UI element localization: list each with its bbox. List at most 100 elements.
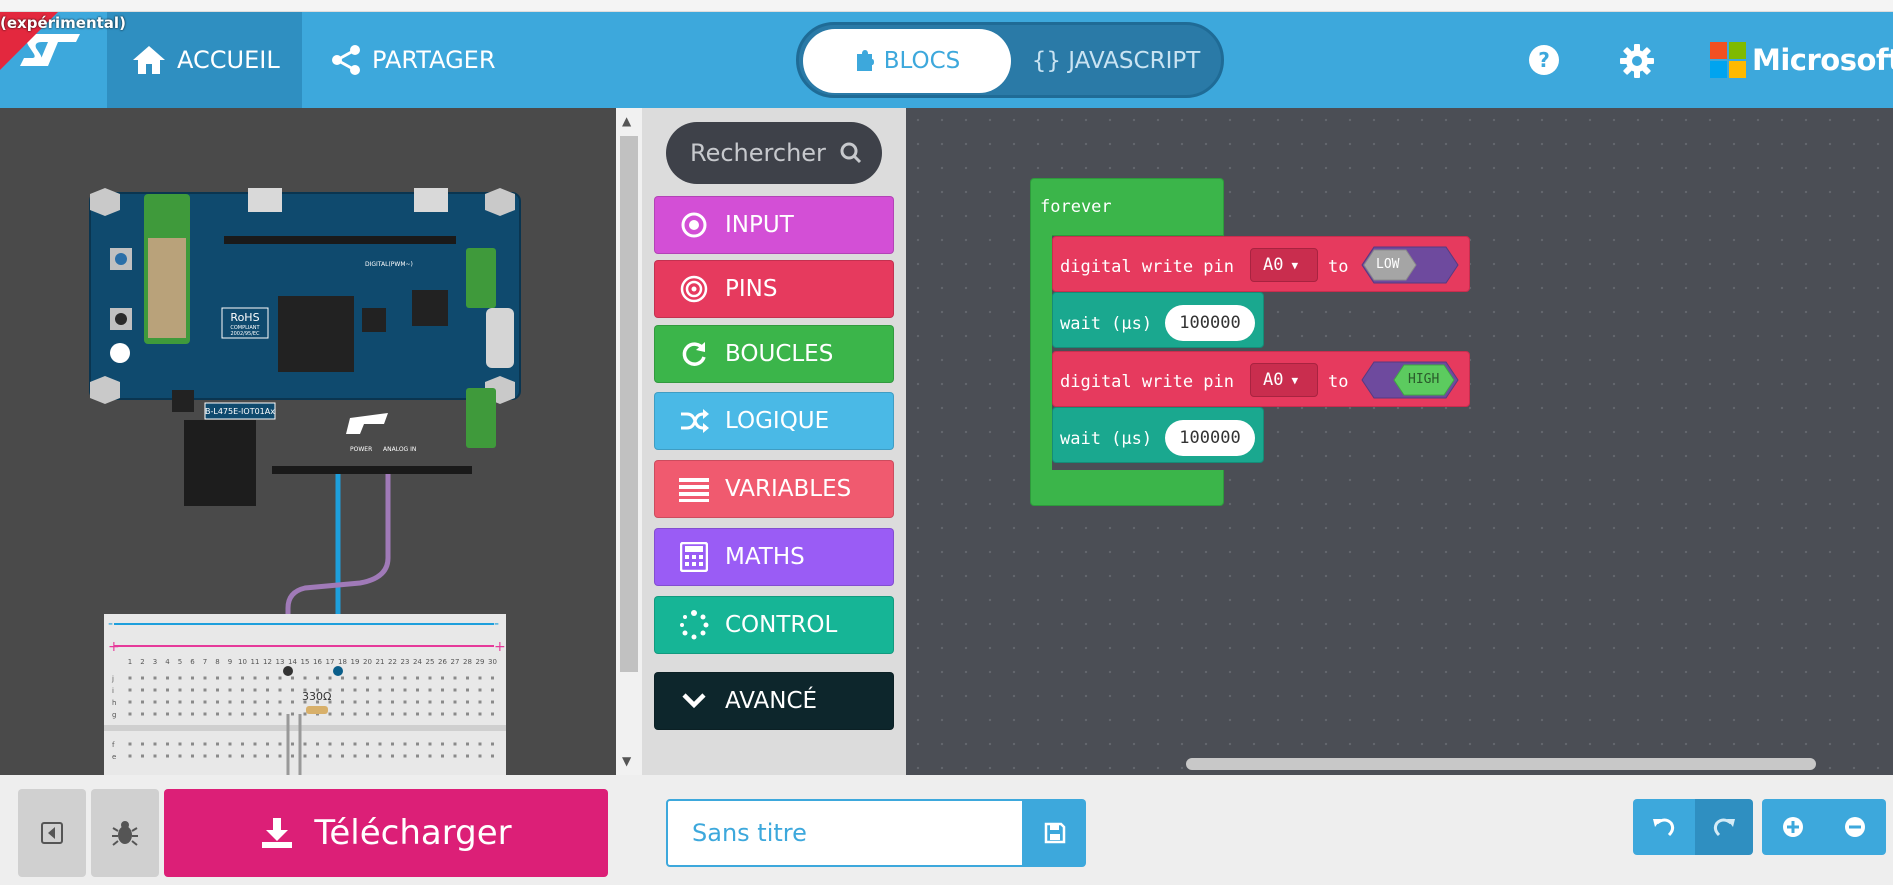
breadboard-hole[interactable]: [341, 688, 344, 692]
breadboard-hole[interactable]: [428, 688, 432, 692]
breadboard-hole[interactable]: [341, 754, 344, 758]
breadboard-hole[interactable]: [228, 712, 232, 716]
breadboard-hole[interactable]: [166, 742, 169, 746]
breadboard-hole[interactable]: [391, 754, 394, 758]
breadboard-hole[interactable]: [228, 700, 232, 704]
breadboard-hole[interactable]: [291, 700, 294, 704]
breadboard-hole[interactable]: [128, 688, 132, 692]
help-icon[interactable]: ?: [1528, 44, 1560, 76]
breadboard-hole[interactable]: [403, 712, 407, 716]
resistor[interactable]: [306, 706, 328, 714]
breadboard-hole[interactable]: [466, 742, 469, 746]
wait-value-input[interactable]: 100000: [1165, 420, 1255, 456]
category-variables[interactable]: VARIABLES: [654, 460, 894, 518]
zoom-in-button[interactable]: [1762, 799, 1824, 855]
breadboard-hole[interactable]: [153, 742, 157, 746]
breadboard-hole[interactable]: [466, 700, 469, 704]
breadboard-hole[interactable]: [253, 754, 257, 758]
breadboard-hole[interactable]: [278, 754, 282, 758]
scroll-down-icon[interactable]: ▼: [622, 754, 631, 768]
breadboard-hole[interactable]: [366, 700, 369, 704]
breadboard-hole[interactable]: [141, 742, 144, 746]
breadboard-hole[interactable]: [416, 742, 419, 746]
breadboard-hole[interactable]: [453, 688, 457, 692]
breadboard-hole[interactable]: [266, 742, 269, 746]
breadboard-hole[interactable]: [441, 712, 444, 716]
breadboard-hole[interactable]: [391, 676, 394, 680]
breadboard-hole[interactable]: [191, 676, 194, 680]
breadboard-hole[interactable]: [228, 754, 232, 758]
save-button[interactable]: [1024, 799, 1086, 867]
breadboard-hole[interactable]: [291, 712, 294, 716]
breadboard-hole[interactable]: [378, 754, 382, 758]
breadboard-hole[interactable]: [366, 676, 369, 680]
breadboard-hole[interactable]: [391, 688, 394, 692]
breadboard-hole[interactable]: [266, 700, 269, 704]
breadboard-hole[interactable]: [341, 676, 344, 680]
breadboard-hole[interactable]: [366, 742, 369, 746]
breadboard-hole[interactable]: [378, 676, 382, 680]
scroll-up-icon[interactable]: ▲: [622, 114, 631, 128]
breadboard-hole[interactable]: [428, 742, 432, 746]
breadboard-hole[interactable]: [466, 676, 469, 680]
breadboard-hole[interactable]: [153, 712, 157, 716]
breadboard-hole[interactable]: [278, 688, 282, 692]
category-control[interactable]: CONTROL: [654, 596, 894, 654]
breadboard-hole[interactable]: [216, 742, 219, 746]
breadboard-hole[interactable]: [153, 676, 157, 680]
breadboard-hole[interactable]: [353, 700, 357, 704]
breadboard-hole[interactable]: [178, 742, 182, 746]
breadboard-hole[interactable]: [191, 742, 194, 746]
breadboard-hole[interactable]: [141, 754, 144, 758]
breadboard-hole[interactable]: [478, 676, 482, 680]
breadboard-hole[interactable]: [291, 742, 294, 746]
breadboard-hole[interactable]: [191, 688, 194, 692]
breadboard-hole[interactable]: [428, 712, 432, 716]
category-logic[interactable]: LOGIQUE: [654, 392, 894, 450]
breadboard-hole[interactable]: [403, 676, 407, 680]
breadboard-hole[interactable]: [453, 712, 457, 716]
javascript-tab[interactable]: {} JAVASCRIPT: [1013, 29, 1219, 93]
breadboard-hole[interactable]: [353, 688, 357, 692]
breadboard-hole[interactable]: [278, 700, 282, 704]
breadboard-hole[interactable]: [441, 700, 444, 704]
pin-dropdown[interactable]: A0 ▼: [1250, 363, 1318, 397]
breadboard-hole[interactable]: [378, 712, 382, 716]
home-button[interactable]: ACCUEIL: [107, 12, 302, 108]
breadboard-hole[interactable]: [416, 688, 419, 692]
breadboard-hole[interactable]: [203, 700, 207, 704]
breadboard-hole[interactable]: [241, 676, 244, 680]
breadboard-hole[interactable]: [428, 676, 432, 680]
breadboard-hole[interactable]: [478, 712, 482, 716]
breadboard-hole[interactable]: [166, 712, 169, 716]
breadboard-hole[interactable]: [466, 688, 469, 692]
breadboard-hole[interactable]: [328, 712, 332, 716]
breadboard-hole[interactable]: [403, 700, 407, 704]
breadboard-hole[interactable]: [366, 688, 369, 692]
breadboard-hole[interactable]: [253, 742, 257, 746]
breadboard-hole[interactable]: [216, 700, 219, 704]
breadboard-hole[interactable]: [416, 754, 419, 758]
project-name-input[interactable]: [666, 799, 1024, 867]
breadboard-hole[interactable]: [303, 754, 307, 758]
gear-icon[interactable]: [1620, 44, 1654, 78]
breadboard-hole[interactable]: [191, 700, 194, 704]
breadboard-hole[interactable]: [266, 754, 269, 758]
breadboard-hole[interactable]: [403, 754, 407, 758]
breadboard-hole[interactable]: [316, 676, 319, 680]
breadboard-hole[interactable]: [228, 688, 232, 692]
breadboard-hole[interactable]: [391, 712, 394, 716]
category-advanced[interactable]: AVANCÉ: [654, 672, 894, 730]
breadboard-hole[interactable]: [466, 712, 469, 716]
breadboard-hole[interactable]: [491, 712, 494, 716]
breadboard-hole[interactable]: [153, 700, 157, 704]
breadboard-hole[interactable]: [228, 676, 232, 680]
breadboard-hole[interactable]: [478, 700, 482, 704]
breadboard-hole[interactable]: [391, 700, 394, 704]
breadboard-hole[interactable]: [278, 742, 282, 746]
breadboard-hole[interactable]: [278, 676, 282, 680]
breadboard-hole[interactable]: [303, 712, 307, 716]
board-image[interactable]: RoHS COMPLIANT 2002/95/EC B-L475E-IOT01A…: [89, 188, 521, 506]
breadboard-hole[interactable]: [141, 688, 144, 692]
breadboard-hole[interactable]: [191, 712, 194, 716]
